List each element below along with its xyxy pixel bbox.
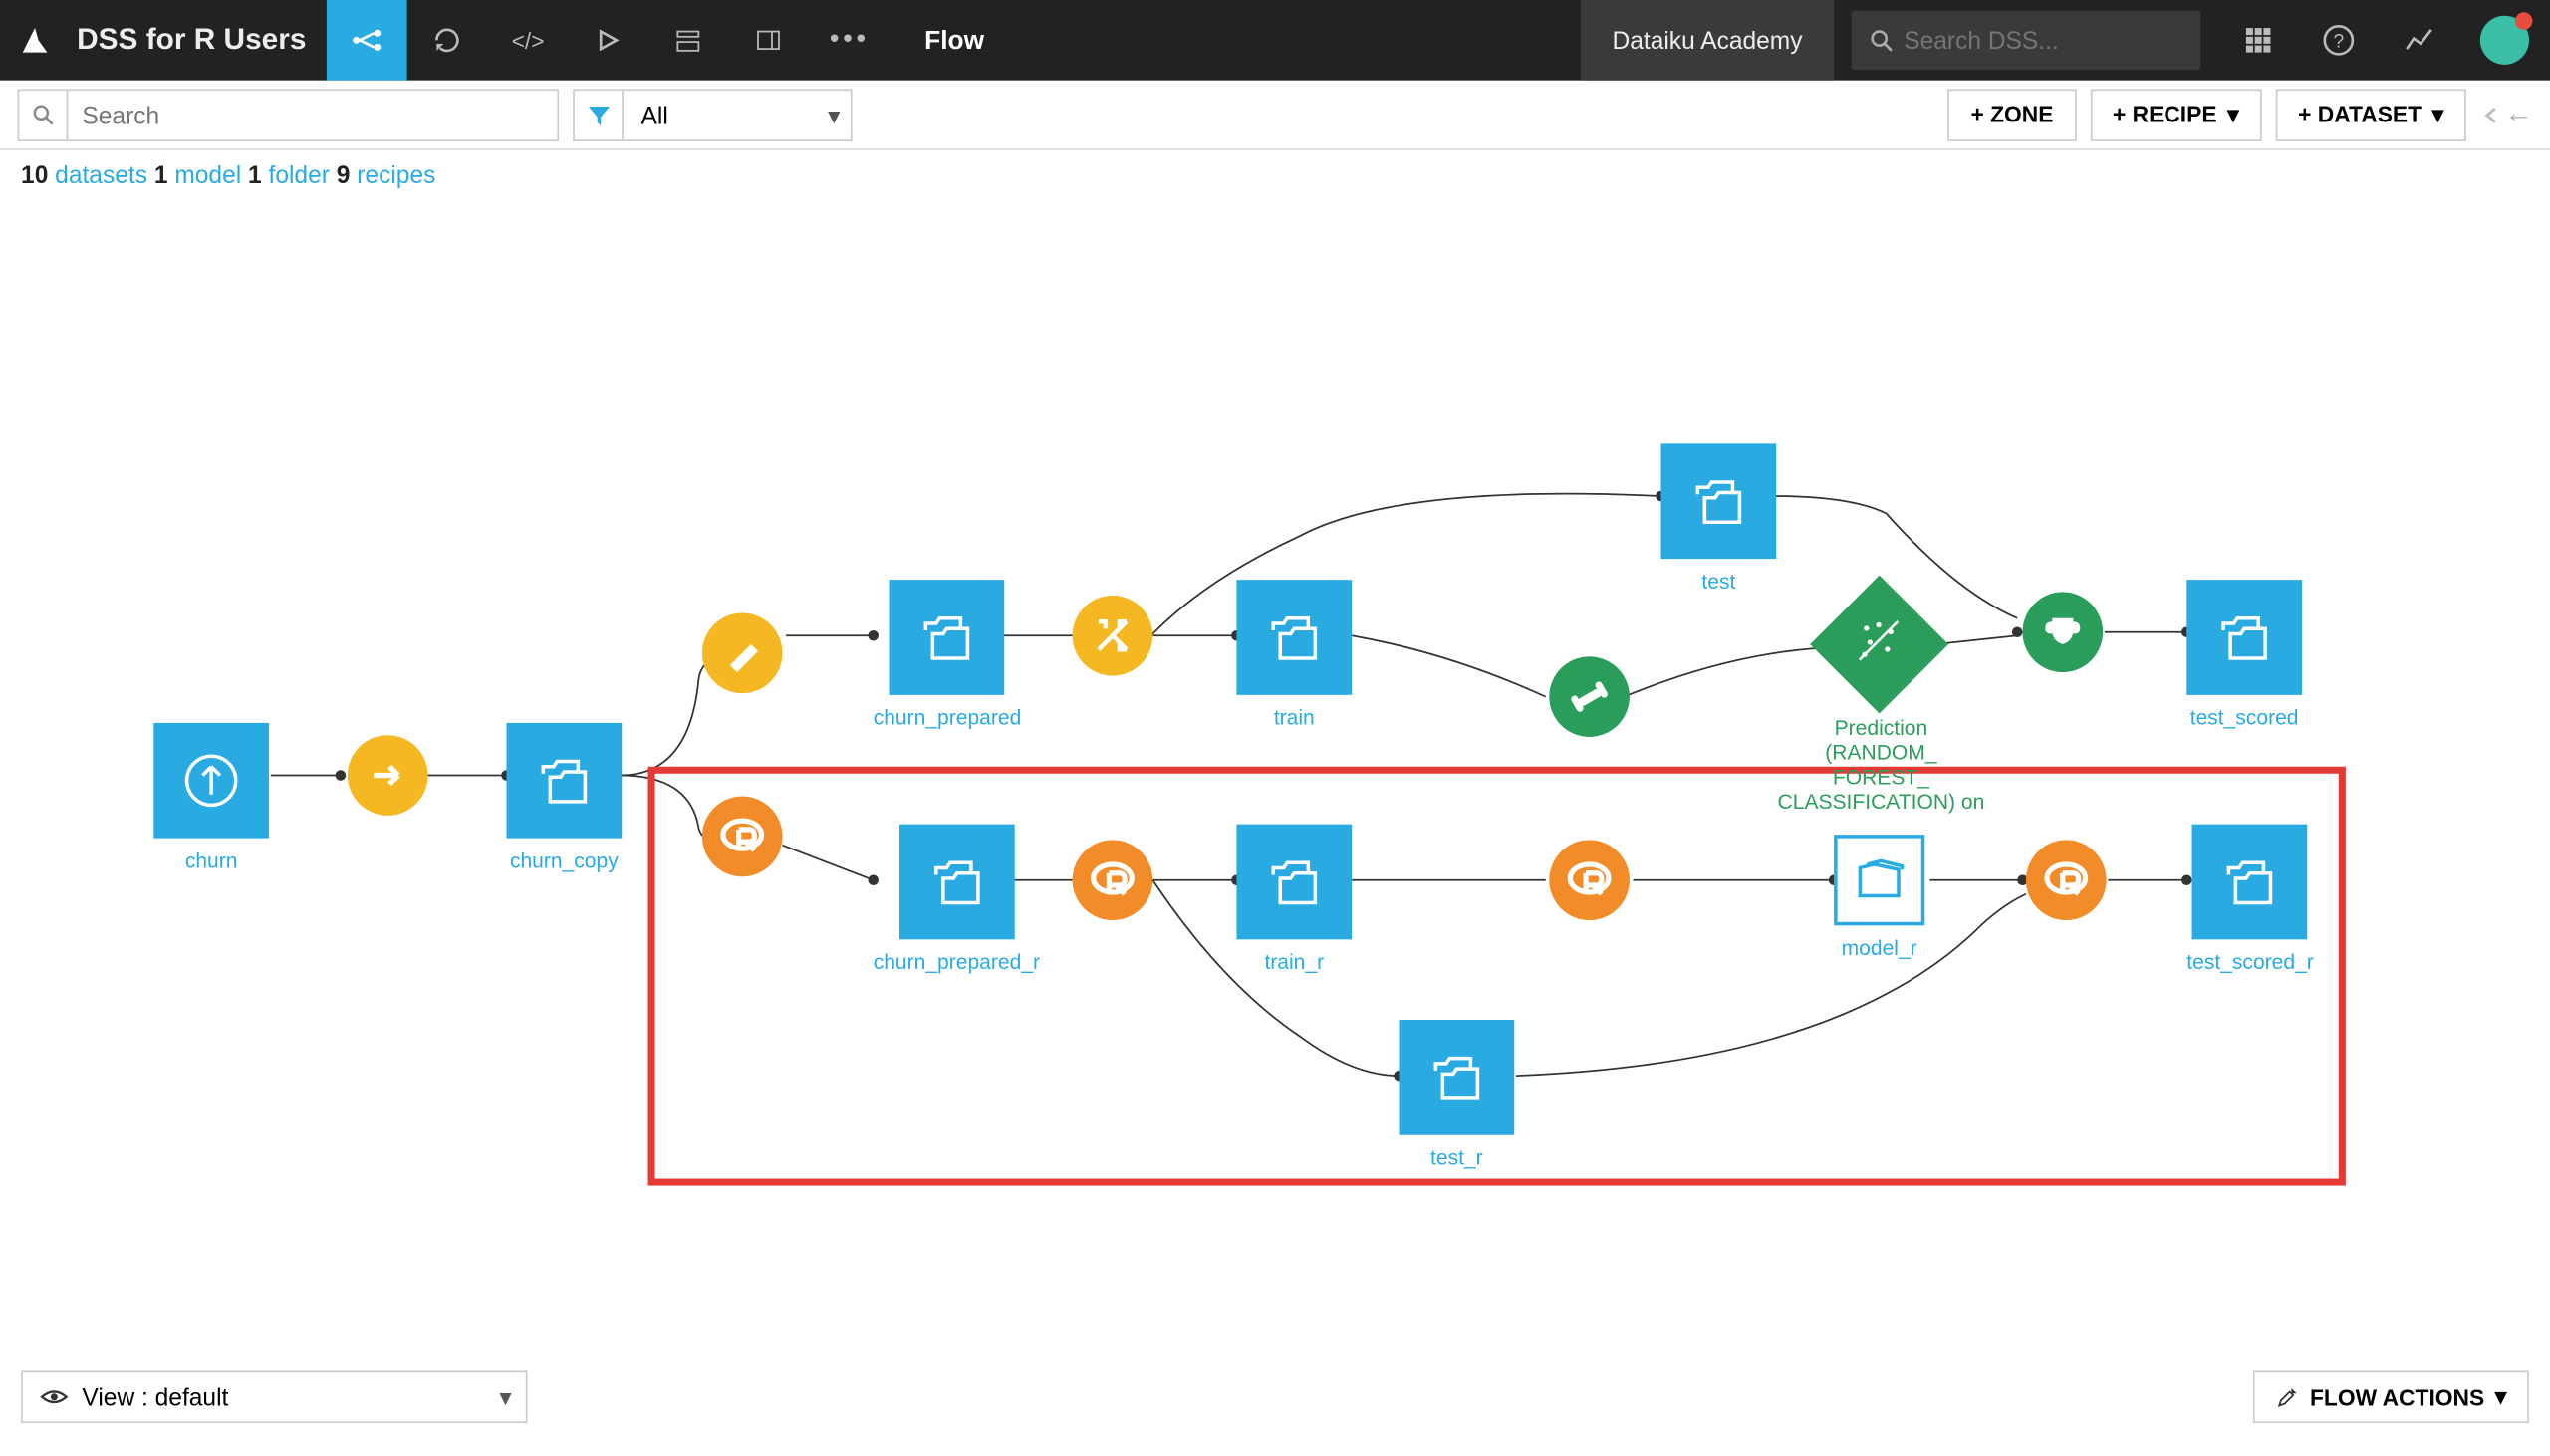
panel-icon[interactable] [729,0,810,81]
flow-filter-box[interactable]: All [573,89,853,141]
flow-bottom-bar: View : default FLOW ACTIONS ▾ [0,1362,2550,1432]
search-icon [19,90,68,138]
folder-model-r[interactable]: model_r [1834,835,1924,960]
recipe-r-code-3[interactable] [1549,840,1630,920]
svg-text:?: ? [2333,31,2344,52]
add-recipe-button[interactable]: + RECIPE▾ [2090,89,2261,141]
refresh-icon[interactable] [407,0,488,81]
academy-link[interactable]: Dataiku Academy [1581,0,1834,81]
datasets-count: 10 [21,160,48,188]
help-icon[interactable]: ? [2299,0,2380,81]
project-title[interactable]: DSS for R Users [70,23,327,58]
add-dataset-button[interactable]: + DATASET▾ [2275,89,2465,141]
dataset-train-r[interactable]: train_r [1236,825,1352,975]
add-zone-button[interactable]: + ZONE [1948,89,2077,141]
recipe-r-code-2[interactable] [1073,840,1153,920]
activity-icon[interactable] [2379,0,2459,81]
recipe-train-model[interactable] [1549,656,1630,737]
dataset-test-scored-r[interactable]: test_scored_r [2186,825,2313,975]
flow-search-input[interactable] [68,90,557,138]
user-avatar[interactable] [2480,16,2529,65]
flow-counts: 10 datasets 1 model 1 folder 9 recipes [0,150,2550,199]
recipes-link[interactable]: recipes [357,160,435,188]
dataset-churn-prepared-r[interactable]: churn_prepared_r [874,825,1040,975]
dashboard-icon[interactable] [648,0,729,81]
dataset-test-r[interactable]: test_r [1399,1020,1514,1170]
flow-search-box[interactable] [18,89,560,141]
play-icon[interactable] [568,0,648,81]
recipe-split[interactable] [1073,596,1153,676]
global-search[interactable] [1852,11,2201,71]
model-link[interactable]: model [174,160,241,188]
recipe-r-code-4[interactable] [2026,840,2107,920]
recipe-r-code-1[interactable] [702,797,783,877]
flow-canvas[interactable]: churn churn_copy churn_prepared train te… [0,199,2550,1456]
collapse-right-panel-icon[interactable]: ← [2480,99,2533,130]
recipes-count: 9 [337,160,351,188]
code-icon[interactable]: </> [488,0,569,81]
top-navigation-bar: DSS for R Users </> ••• Flow Dataiku Aca… [0,0,2550,81]
view-selector-label: View : default [82,1383,228,1411]
model-prediction[interactable] [1810,576,1948,714]
more-icon[interactable]: ••• [809,0,890,81]
filter-icon [575,90,624,138]
recipe-score[interactable] [2022,592,2103,672]
dataset-churn[interactable]: churn [153,723,269,873]
datasets-link[interactable]: datasets [55,160,147,188]
apps-grid-icon[interactable] [2218,0,2299,81]
dataset-test[interactable]: test [1661,443,1777,594]
recipe-prepare[interactable] [702,612,783,693]
dataset-churn-prepared[interactable]: churn_prepared [874,580,1022,730]
dataiku-logo-icon[interactable] [0,23,70,58]
recipe-sync[interactable] [348,735,428,816]
model-count: 1 [154,160,168,188]
dataset-train[interactable]: train [1236,580,1352,730]
dataset-churn-copy[interactable]: churn_copy [506,723,622,873]
model-prediction-label: Prediction (RANDOM_ FOREST_ CLASSIFICATI… [1824,705,1939,814]
page-title: Flow [890,25,1019,55]
folder-count: 1 [248,160,262,188]
global-search-input[interactable] [1904,26,2183,54]
flow-toolbar: All + ZONE + RECIPE▾ + DATASET▾ ← [0,81,2550,150]
flow-actions-button[interactable]: FLOW ACTIONS ▾ [2252,1370,2529,1423]
filter-select[interactable]: All [624,101,851,128]
flow-tab-icon[interactable] [327,0,407,81]
dataset-test-scored[interactable]: test_scored [2186,580,2302,730]
view-selector[interactable]: View : default [21,1370,527,1423]
folder-link[interactable]: folder [269,160,330,188]
